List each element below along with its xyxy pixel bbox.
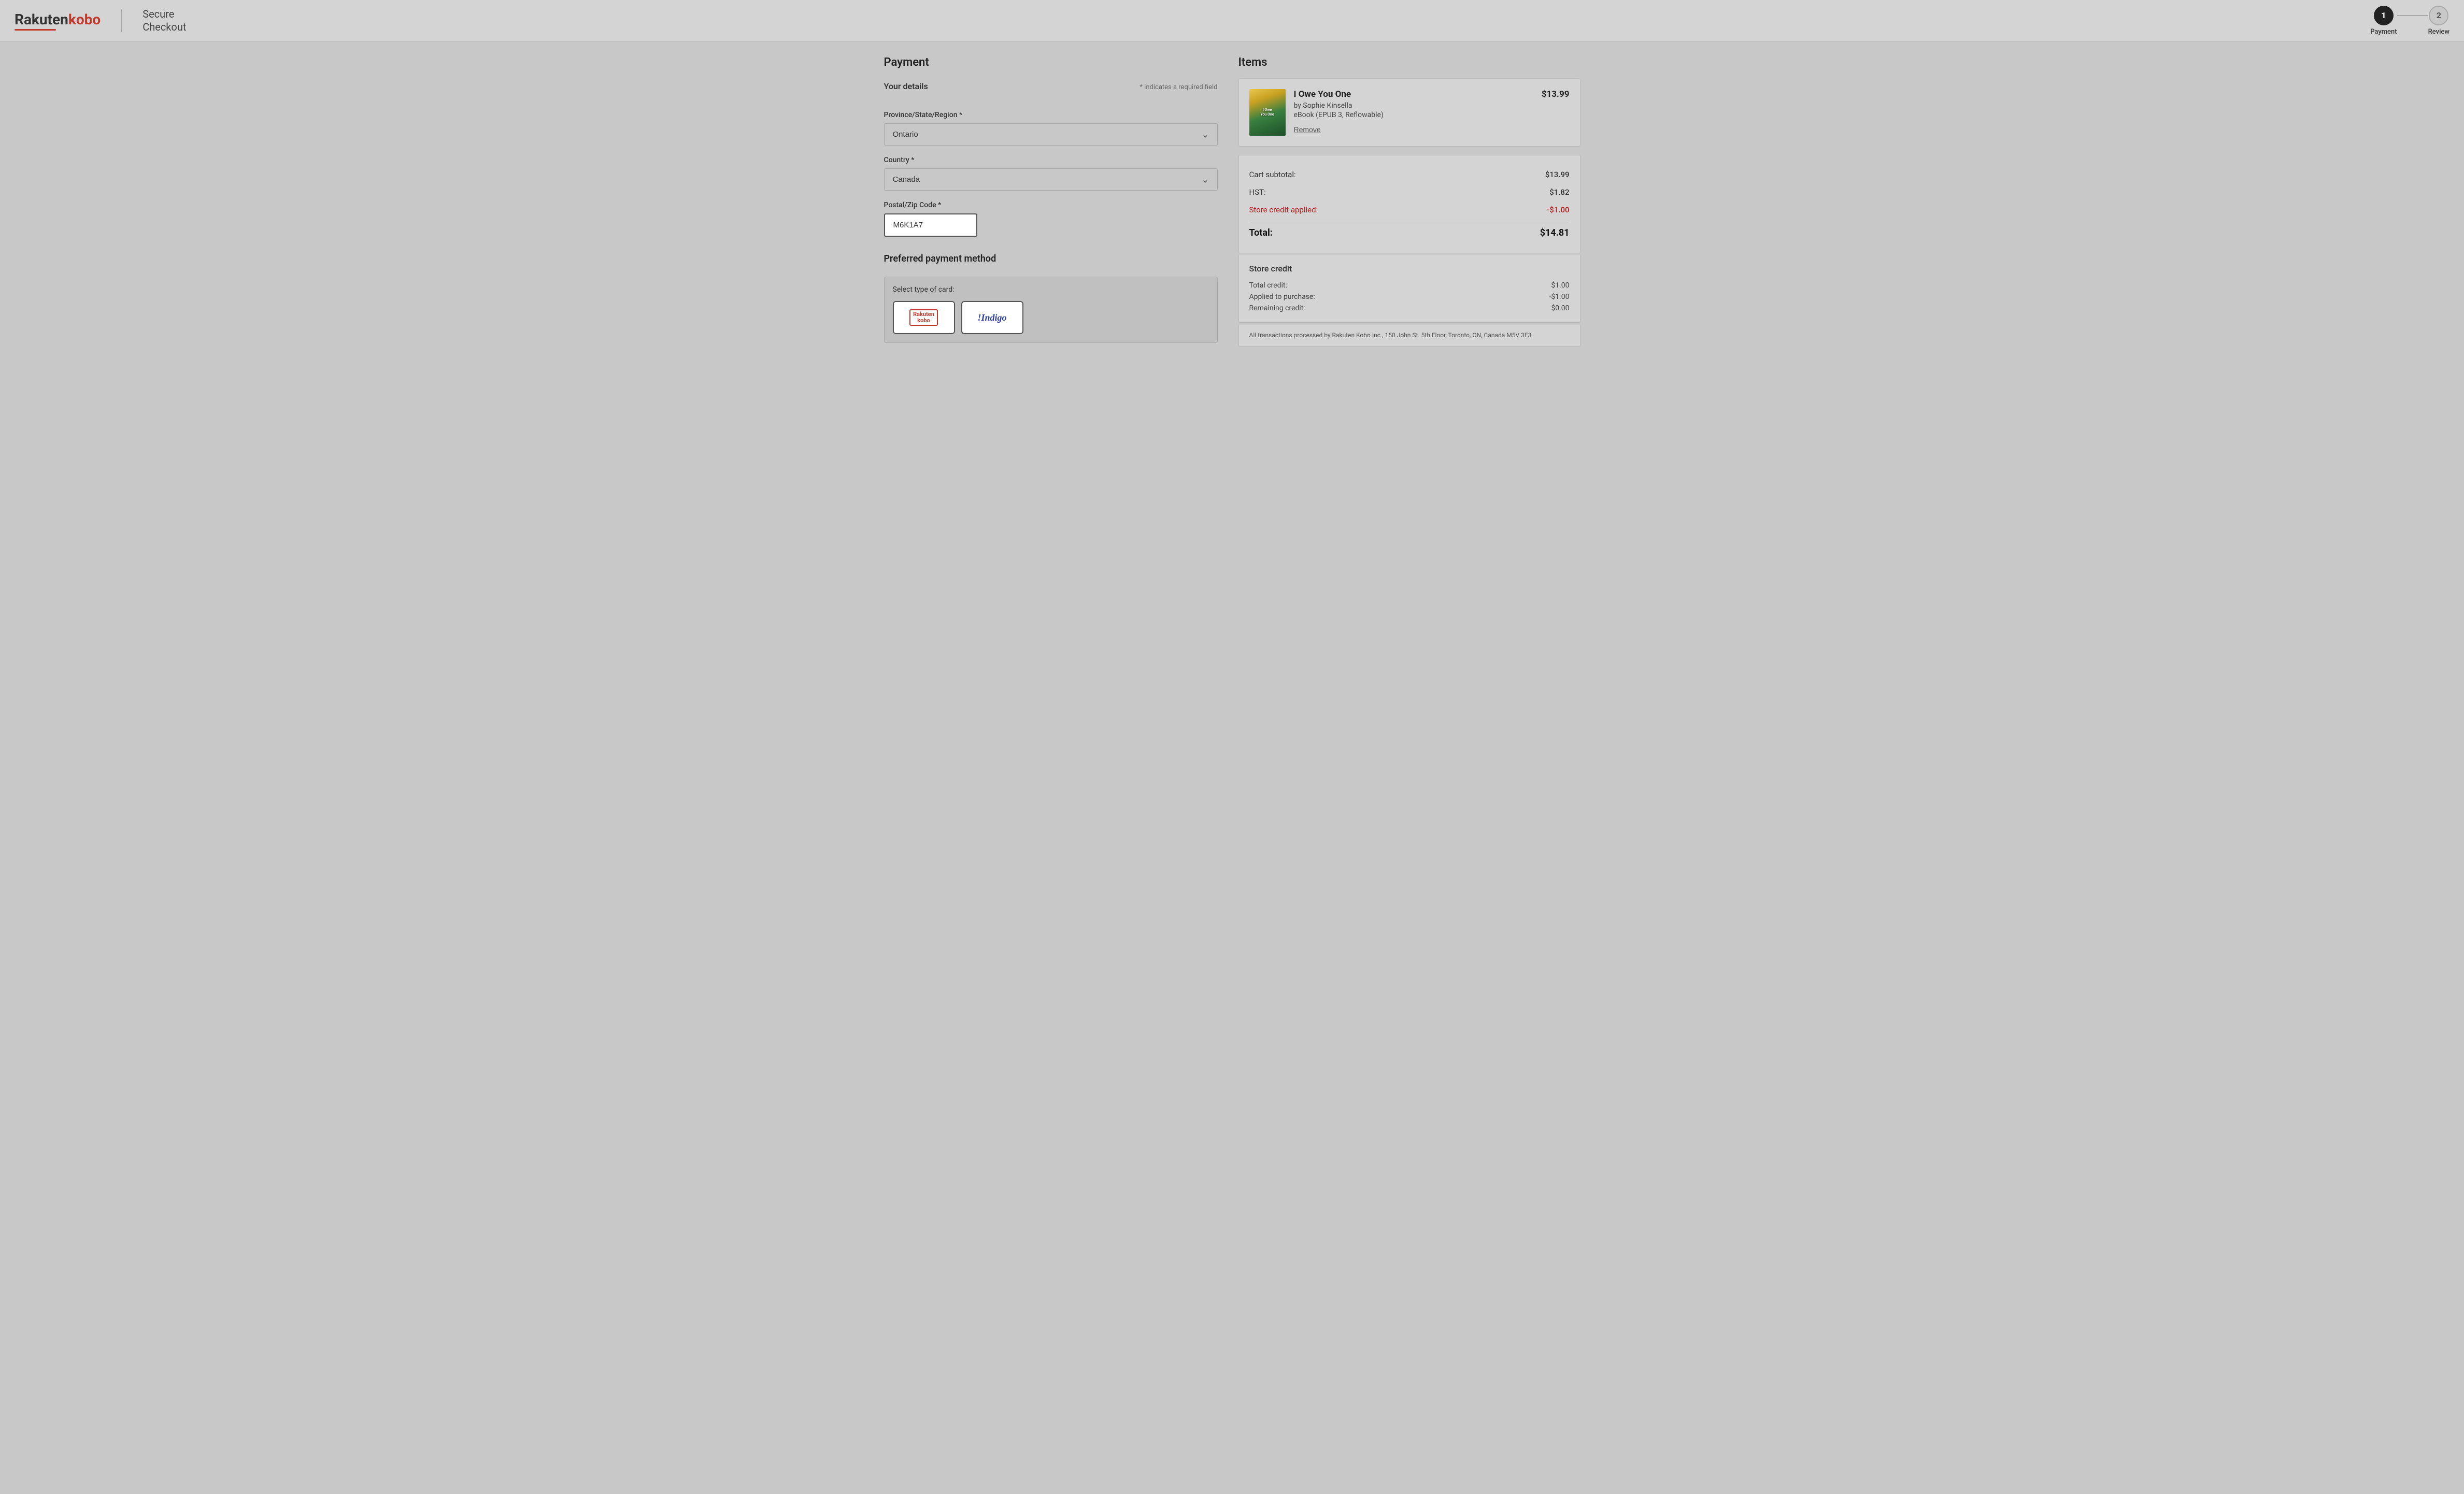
main-content: Payment Your details * indicates a requi… [870, 41, 1595, 361]
book-title: I Owe You One [1294, 89, 1533, 99]
cart-subtotal-row: Cart subtotal: $13.99 [1249, 166, 1570, 183]
country-field-group: Country * Canada ⌄ [884, 156, 1218, 191]
checkout-title: Secure Checkout [143, 8, 186, 34]
applied-value: -$1.00 [1549, 293, 1569, 301]
items-panel: Items I OweYou One I Owe You One by Soph… [1238, 56, 1580, 347]
remaining-value: $0.00 [1551, 304, 1569, 312]
checkout-stepper: 1 Payment 2 Review [2370, 6, 2449, 36]
store-credit-applied-value: -$1.00 [1547, 205, 1569, 214]
province-field-group: Province/State/Region * Ontario ⌄ [884, 111, 1218, 146]
step-connector [2397, 15, 2428, 16]
payment-title: Payment [884, 56, 1218, 69]
indigo-card-logo: !Indigo [977, 312, 1006, 323]
footer-note: All transactions processed by Rakuten Ko… [1238, 325, 1580, 347]
remaining-credit-row: Remaining credit: $0.00 [1249, 303, 1570, 314]
book-price: $13.99 [1542, 89, 1570, 99]
applied-to-purchase-row: Applied to purchase: -$1.00 [1249, 291, 1570, 303]
total-credit-label: Total credit: [1249, 281, 1287, 290]
your-details-subtitle: Your details [884, 81, 928, 91]
store-credit-applied-label: Store credit applied: [1249, 205, 1318, 214]
total-label: Total: [1249, 227, 1273, 238]
store-credit-title: Store credit [1249, 264, 1570, 274]
rakuten-card-logo: Rakuten kobo [894, 302, 954, 333]
order-summary-card: Cart subtotal: $13.99 HST: $1.82 Store c… [1238, 155, 1580, 253]
step-payment: 1 Payment [2370, 6, 2397, 36]
applied-label: Applied to purchase: [1249, 293, 1315, 301]
cart-subtotal-label: Cart subtotal: [1249, 170, 1296, 179]
country-select[interactable]: Canada [884, 168, 1218, 191]
book-row: I OweYou One I Owe You One by Sophie Kin… [1249, 89, 1570, 136]
hst-label: HST: [1249, 188, 1266, 197]
rakuten-card-option[interactable]: Rakuten kobo [893, 301, 955, 334]
book-format: eBook (EPUB 3, Reflowable) [1294, 111, 1533, 119]
payment-panel: Payment Your details * indicates a requi… [884, 56, 1238, 347]
country-label: Country * [884, 156, 1218, 164]
book-cover: I OweYou One [1249, 89, 1286, 136]
details-header-row: Your details * indicates a required fiel… [884, 81, 1218, 102]
total-row: Total: $14.81 [1249, 221, 1570, 242]
payment-method-title: Preferred payment method [884, 253, 1218, 264]
province-select[interactable]: Ontario [884, 123, 1218, 146]
country-select-wrapper: Canada ⌄ [884, 168, 1218, 191]
postal-label: Postal/Zip Code * [884, 201, 1218, 209]
step1-circle: 1 [2374, 6, 2394, 25]
total-value: $14.81 [1540, 227, 1570, 238]
rakuten-kobo-logo: Rakutenkobo [15, 11, 101, 31]
logo-kobo-text: kobo [68, 11, 101, 28]
store-credit-applied-row: Store credit applied: -$1.00 [1249, 201, 1570, 219]
remaining-label: Remaining credit: [1249, 304, 1305, 312]
book-info: I Owe You One by Sophie Kinsella eBook (… [1294, 89, 1533, 134]
payment-method-section: Preferred payment method Select type of … [884, 253, 1218, 343]
step2-label: Review [2428, 28, 2449, 36]
hst-row: HST: $1.82 [1249, 183, 1570, 201]
step-review: 2 Review [2428, 6, 2449, 36]
cart-subtotal-value: $13.99 [1545, 170, 1570, 179]
logo-rakuten-text: Rakuten [15, 11, 68, 28]
rakuten-card-logo-text: Rakuten kobo [909, 309, 938, 326]
items-title: Items [1238, 56, 1580, 69]
book-item-card: I OweYou One I Owe You One by Sophie Kin… [1238, 78, 1580, 147]
total-credit-row: Total credit: $1.00 [1249, 280, 1570, 291]
total-credit-value: $1.00 [1551, 281, 1569, 290]
book-author: by Sophie Kinsella [1294, 102, 1533, 110]
card-type-label: Select type of card: [893, 285, 1209, 294]
logo-area: Rakutenkobo Secure Checkout [15, 8, 186, 34]
logo-divider [121, 9, 122, 32]
payment-box: Select type of card: Rakuten kobo !I [884, 277, 1218, 343]
province-select-wrapper: Ontario ⌄ [884, 123, 1218, 146]
logo-underline [15, 29, 56, 31]
postal-input[interactable] [884, 213, 977, 237]
hst-value: $1.82 [1549, 188, 1569, 197]
header: Rakutenkobo Secure Checkout 1 Payment 2 … [0, 0, 2464, 41]
store-credit-section: Store credit Total credit: $1.00 Applied… [1238, 255, 1580, 323]
remove-button[interactable]: Remove [1294, 125, 1321, 134]
required-note: * indicates a required field [1140, 83, 1217, 91]
province-label: Province/State/Region * [884, 111, 1218, 119]
card-options: Rakuten kobo !Indigo [893, 301, 1209, 334]
step2-circle: 2 [2429, 6, 2448, 25]
step1-label: Payment [2370, 28, 2397, 36]
indigo-card-option[interactable]: !Indigo [961, 301, 1023, 334]
postal-field-group: Postal/Zip Code * [884, 201, 1218, 237]
